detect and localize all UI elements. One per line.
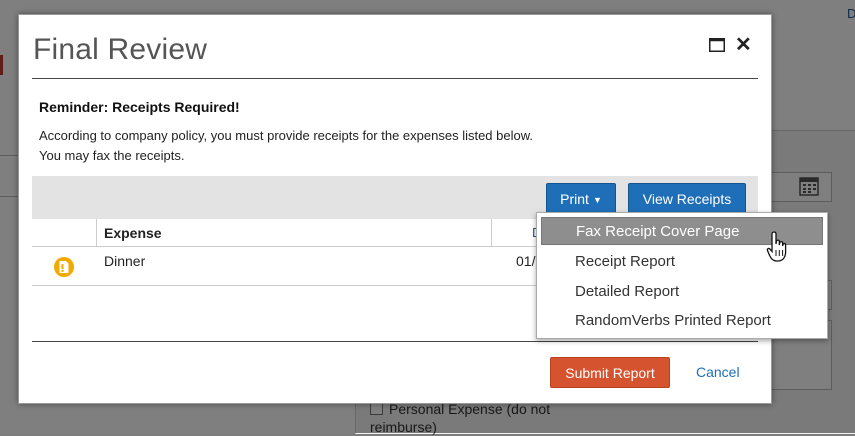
column-header-expense[interactable]: Expense	[96, 219, 484, 246]
footer-divider	[32, 341, 758, 342]
reminder-line-1: According to company policy, you must pr…	[39, 128, 534, 143]
maximize-icon[interactable]	[709, 38, 725, 52]
hand-pointer-icon	[766, 231, 787, 262]
reminder-heading: Reminder: Receipts Required!	[39, 99, 240, 115]
dialog-title: Final Review	[33, 33, 208, 66]
print-label: Print	[560, 191, 589, 207]
menu-item-printed-report[interactable]: RandomVerbs Printed Report	[541, 307, 823, 335]
receipt-required-icon	[54, 257, 74, 277]
submit-report-button[interactable]: Submit Report	[550, 357, 670, 388]
final-review-dialog: Final Review ✕ Reminder: Receipts Requir…	[18, 14, 772, 404]
cancel-link[interactable]: Cancel	[696, 364, 740, 380]
title-divider	[32, 78, 758, 79]
print-button[interactable]: Print ▼	[546, 183, 616, 213]
expense-name: Dinner	[104, 253, 146, 269]
close-icon[interactable]: ✕	[735, 35, 752, 55]
caret-down-icon: ▼	[592, 195, 602, 205]
view-receipts-button[interactable]: View Receipts	[628, 183, 746, 213]
expense-date: 01/	[516, 253, 536, 269]
reminder-line-2: You may fax the receipts.	[39, 148, 185, 163]
reminder-message: According to company policy, you must pr…	[39, 126, 639, 166]
menu-item-detailed-report[interactable]: Detailed Report	[541, 278, 823, 306]
